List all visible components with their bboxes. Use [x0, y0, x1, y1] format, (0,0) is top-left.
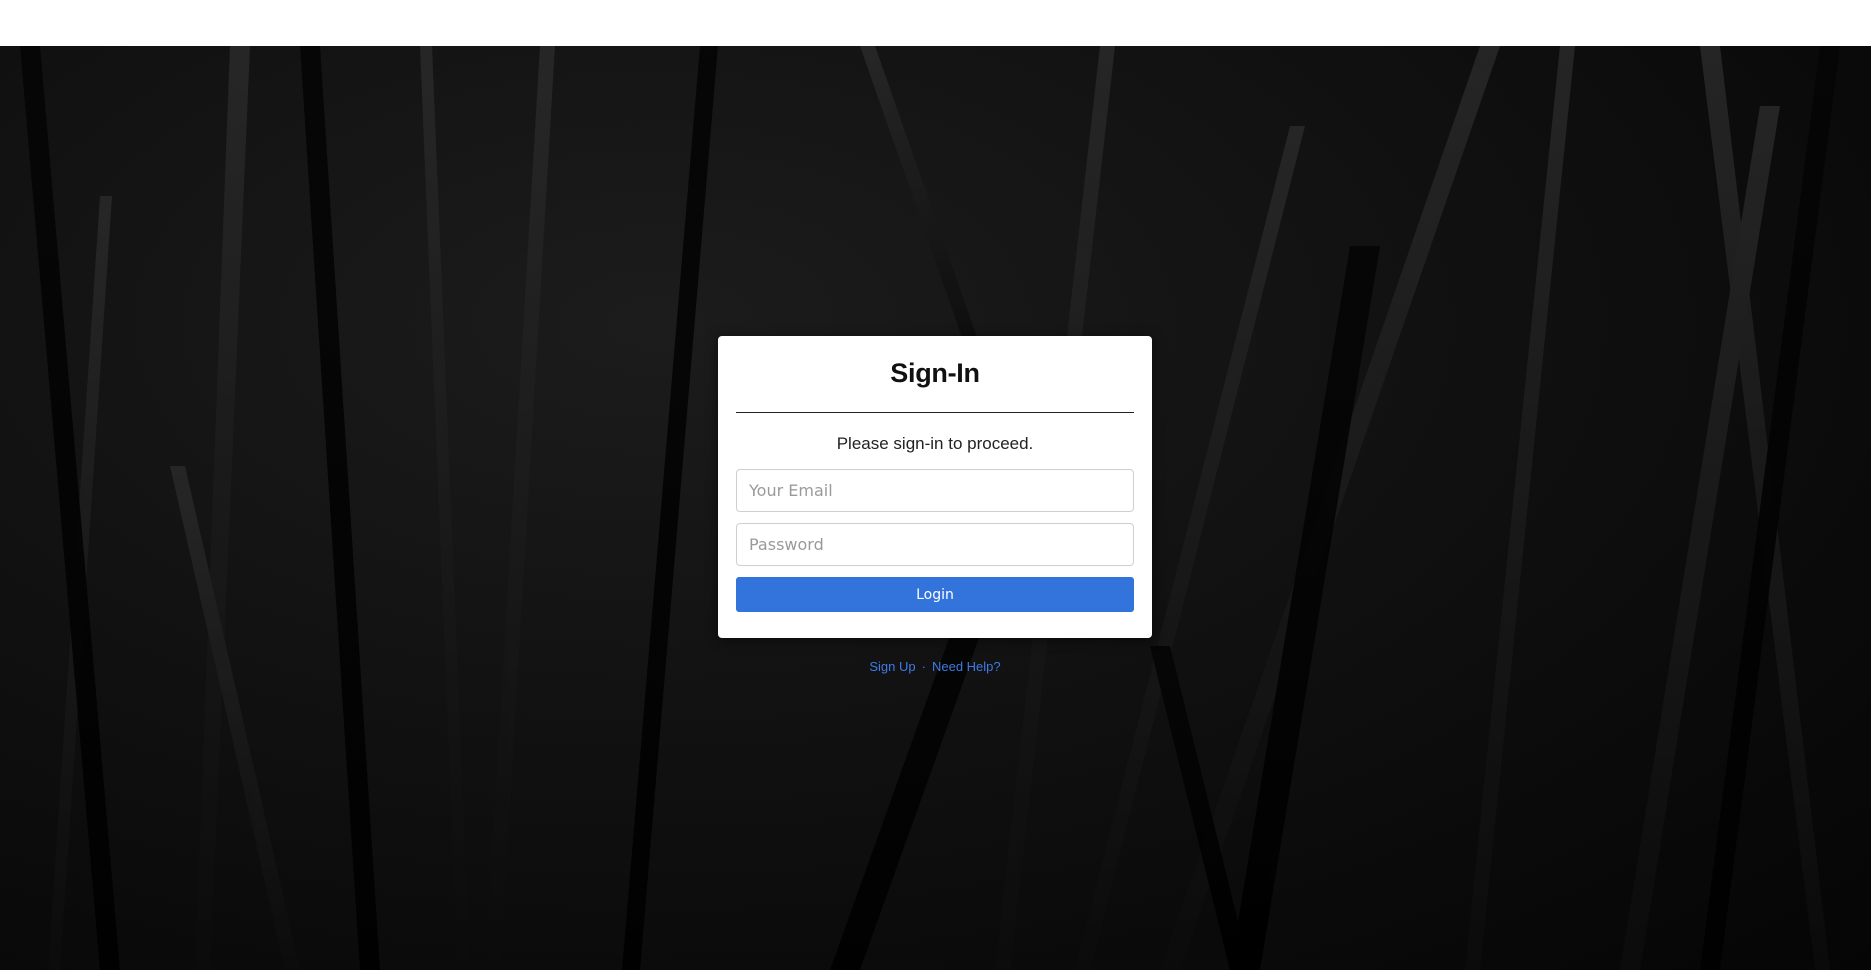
need-help-link[interactable]: Need Help? [932, 659, 1001, 674]
title-divider [736, 412, 1134, 413]
link-separator: · [921, 659, 926, 674]
page-title: Sign-In [890, 358, 980, 388]
email-field[interactable] [736, 469, 1134, 512]
signin-subtitle: Please sign-in to proceed. [836, 434, 1034, 453]
signin-card: Sign-In Please sign-in to proceed. Login [718, 336, 1152, 638]
password-field[interactable] [736, 523, 1134, 566]
signup-link[interactable]: Sign Up [869, 659, 915, 674]
login-button[interactable]: Login [736, 577, 1134, 612]
top-bar [0, 0, 1871, 46]
footer-links: Sign Up · Need Help? [718, 658, 1152, 676]
